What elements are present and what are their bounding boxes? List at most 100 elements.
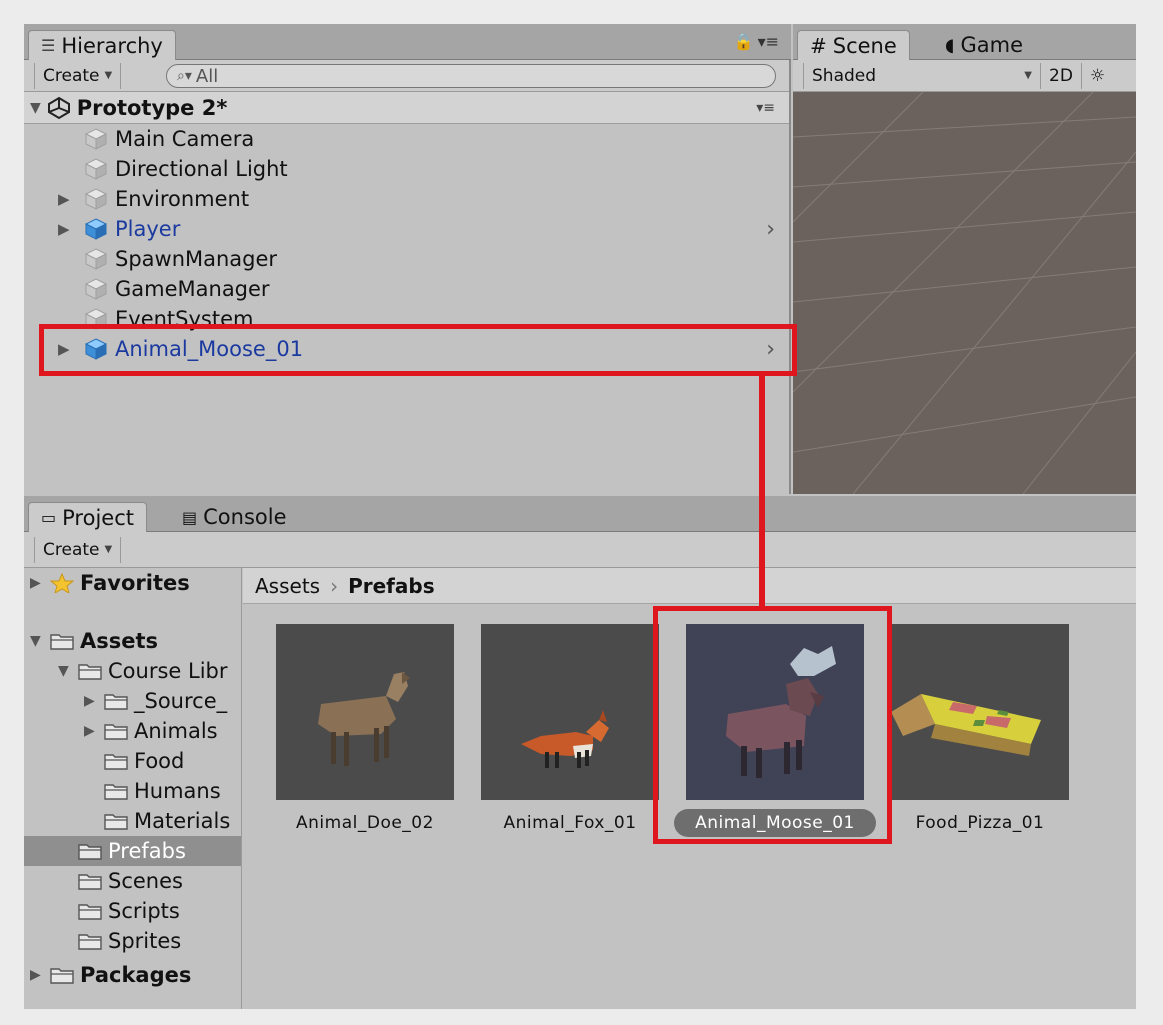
folder-icon [78, 844, 102, 860]
folder-tree-label: Animals [134, 719, 218, 743]
console-icon: ▤ [182, 507, 198, 527]
expand-arrow-icon[interactable]: ▶ [84, 693, 98, 709]
folder-icon [104, 814, 128, 830]
hierarchy-create-button[interactable]: Create ▼ [34, 62, 122, 89]
project-toolbar: Create ▼ [24, 532, 1136, 568]
asset-label-fox[interactable]: Animal_Fox_01 [481, 809, 659, 837]
hierarchy-panel: ☰ Hierarchy 🔒 ▾≡ Create ▼ ⌕▾ All ▼ Proto… [24, 24, 791, 494]
menu-icon[interactable]: ▾≡ [758, 32, 779, 51]
search-placeholder: All [195, 65, 219, 87]
fox-icon [521, 710, 609, 768]
folder-icon [78, 664, 102, 680]
folder-tree-item-scripts[interactable]: Scripts [58, 896, 180, 926]
expand-arrow-icon[interactable]: ▼ [58, 663, 72, 679]
hierarchy-toolbar: Create ▼ ⌕▾ All [24, 60, 789, 92]
hierarchy-item-main-camera[interactable]: Main Camera [24, 124, 789, 154]
lock-menu[interactable]: 🔒 ▾≡ [734, 32, 779, 51]
project-panel: ▭ Project ▤ Console Create ▼ ▶ Favorites ▼… [24, 496, 1136, 1009]
gameobject-cube-icon [84, 248, 108, 270]
breadcrumb-assets[interactable]: Assets [255, 574, 320, 598]
scene-grid [793, 92, 1136, 494]
lock-icon[interactable]: 🔒 [734, 32, 754, 51]
folder-tree-item-packages[interactable]: ▶ Packages [30, 960, 191, 990]
folder-tree-item-scenes[interactable]: Scenes [58, 866, 183, 896]
tab-scene-label: Scene [832, 33, 897, 58]
prefab-cube-icon [84, 218, 108, 240]
hierarchy-item-gamemanager[interactable]: GameManager [24, 274, 789, 304]
asset-thumbnail-pizza[interactable] [891, 624, 1069, 800]
folder-tree-label: Food [134, 749, 185, 773]
hierarchy-item-label: SpawnManager [115, 247, 278, 271]
folder-tree-item-favorites[interactable]: ▶ Favorites [30, 568, 190, 598]
hierarchy-search-input[interactable]: ⌕▾ All [166, 64, 776, 88]
star-icon [50, 573, 74, 593]
folder-tree-item-course-libr[interactable]: ▼ Course Libr [58, 656, 228, 686]
shading-mode-label: Shaded [812, 65, 877, 86]
expand-arrow-icon[interactable]: ▼ [30, 633, 44, 649]
folder-tree-item-humans[interactable]: Humans [84, 776, 221, 806]
gameobject-cube-icon [84, 128, 108, 150]
tab-console-label: Console [203, 505, 287, 529]
scene-tabbar: # Scene ◖ Game [793, 24, 1136, 60]
asset-thumbnail-doe[interactable] [276, 624, 454, 800]
create-label: Create [43, 65, 100, 86]
scene-root-row[interactable]: ▼ Prototype 2* ▾≡ [24, 92, 789, 124]
open-prefab-chevron-icon[interactable]: › [766, 217, 775, 242]
tab-hierarchy[interactable]: ☰ Hierarchy [28, 30, 176, 60]
expand-arrow-icon[interactable]: ▶ [58, 190, 70, 208]
folder-tree-item-assets[interactable]: ▼ Assets [30, 626, 158, 656]
unity-editor: ☰ Hierarchy 🔒 ▾≡ Create ▼ ⌕▾ All ▼ Proto… [24, 24, 1136, 1009]
dropdown-caret-icon: ▼ [104, 544, 113, 555]
tab-project[interactable]: ▭ Project [28, 502, 147, 532]
folder-icon [104, 754, 128, 770]
folder-tree-item-sprites[interactable]: Sprites [58, 926, 181, 956]
tab-game-label: Game [960, 33, 1024, 57]
pizza-icon [891, 694, 1041, 756]
dropdown-caret-icon: ▼ [104, 70, 113, 81]
expand-arrow-icon[interactable]: ▼ [30, 100, 41, 116]
asset-thumbnail-fox[interactable] [481, 624, 659, 800]
scene-toolbar: Shaded ▼ 2D ☼ [793, 60, 1136, 92]
breadcrumb-separator-icon: › [330, 573, 339, 598]
folder-icon: ▭ [41, 508, 57, 527]
folder-tree-item-source[interactable]: ▶ _Source_ [84, 686, 227, 716]
asset-label-doe[interactable]: Animal_Doe_02 [276, 809, 454, 837]
tab-project-label: Project [62, 505, 134, 530]
search-icon: ⌕▾ [177, 68, 192, 84]
hierarchy-item-player[interactable]: ▶ Player › [24, 214, 789, 244]
scene-viewport[interactable] [793, 92, 1136, 494]
lighting-toggle-button[interactable]: ☼ [1082, 63, 1113, 89]
2d-toggle-button[interactable]: 2D [1041, 62, 1082, 89]
folder-tree-label: Materials [134, 809, 231, 833]
hierarchy-item-environment[interactable]: ▶ Environment [24, 184, 789, 214]
folder-icon [78, 874, 102, 890]
hierarchy-tabbar: ☰ Hierarchy 🔒 ▾≡ [24, 24, 791, 60]
highlight-box-hierarchy-moose [39, 324, 797, 376]
folder-icon [78, 934, 102, 950]
folder-tree-item-prefabs[interactable]: Prefabs [24, 836, 241, 866]
asset-label-pizza[interactable]: Food_Pizza_01 [891, 809, 1069, 837]
expand-arrow-icon[interactable]: ▶ [84, 723, 98, 739]
tab-hierarchy-label: Hierarchy [61, 33, 163, 58]
shading-mode-dropdown[interactable]: Shaded ▼ [803, 62, 1041, 89]
expand-arrow-icon[interactable]: ▶ [58, 220, 70, 238]
folder-tree-item-food[interactable]: Food [84, 746, 184, 776]
expand-arrow-icon[interactable]: ▶ [30, 967, 44, 983]
folder-tree-item-animals[interactable]: ▶ Animals [84, 716, 218, 746]
tab-console[interactable]: ▤ Console [170, 502, 299, 532]
folder-icon [78, 904, 102, 920]
scene-menu-icon[interactable]: ▾≡ [756, 100, 775, 116]
expand-arrow-icon[interactable]: ▶ [30, 575, 44, 591]
folder-tree-label: _Source_ [134, 689, 228, 713]
folder-tree-label: Scripts [108, 899, 180, 923]
doe-icon [318, 672, 410, 766]
hierarchy-item-spawnmanager[interactable]: SpawnManager [24, 244, 789, 274]
breadcrumb-prefabs[interactable]: Prefabs [348, 574, 435, 598]
tab-scene[interactable]: # Scene [797, 30, 910, 60]
hierarchy-item-label: Directional Light [115, 157, 288, 181]
tab-game[interactable]: ◖ Game [933, 30, 1035, 60]
hierarchy-item-directional-light[interactable]: Directional Light [24, 154, 789, 184]
project-create-button[interactable]: Create ▼ [34, 536, 122, 563]
highlight-box-asset-moose [653, 606, 892, 844]
folder-tree-item-materials[interactable]: Materials [84, 806, 230, 836]
